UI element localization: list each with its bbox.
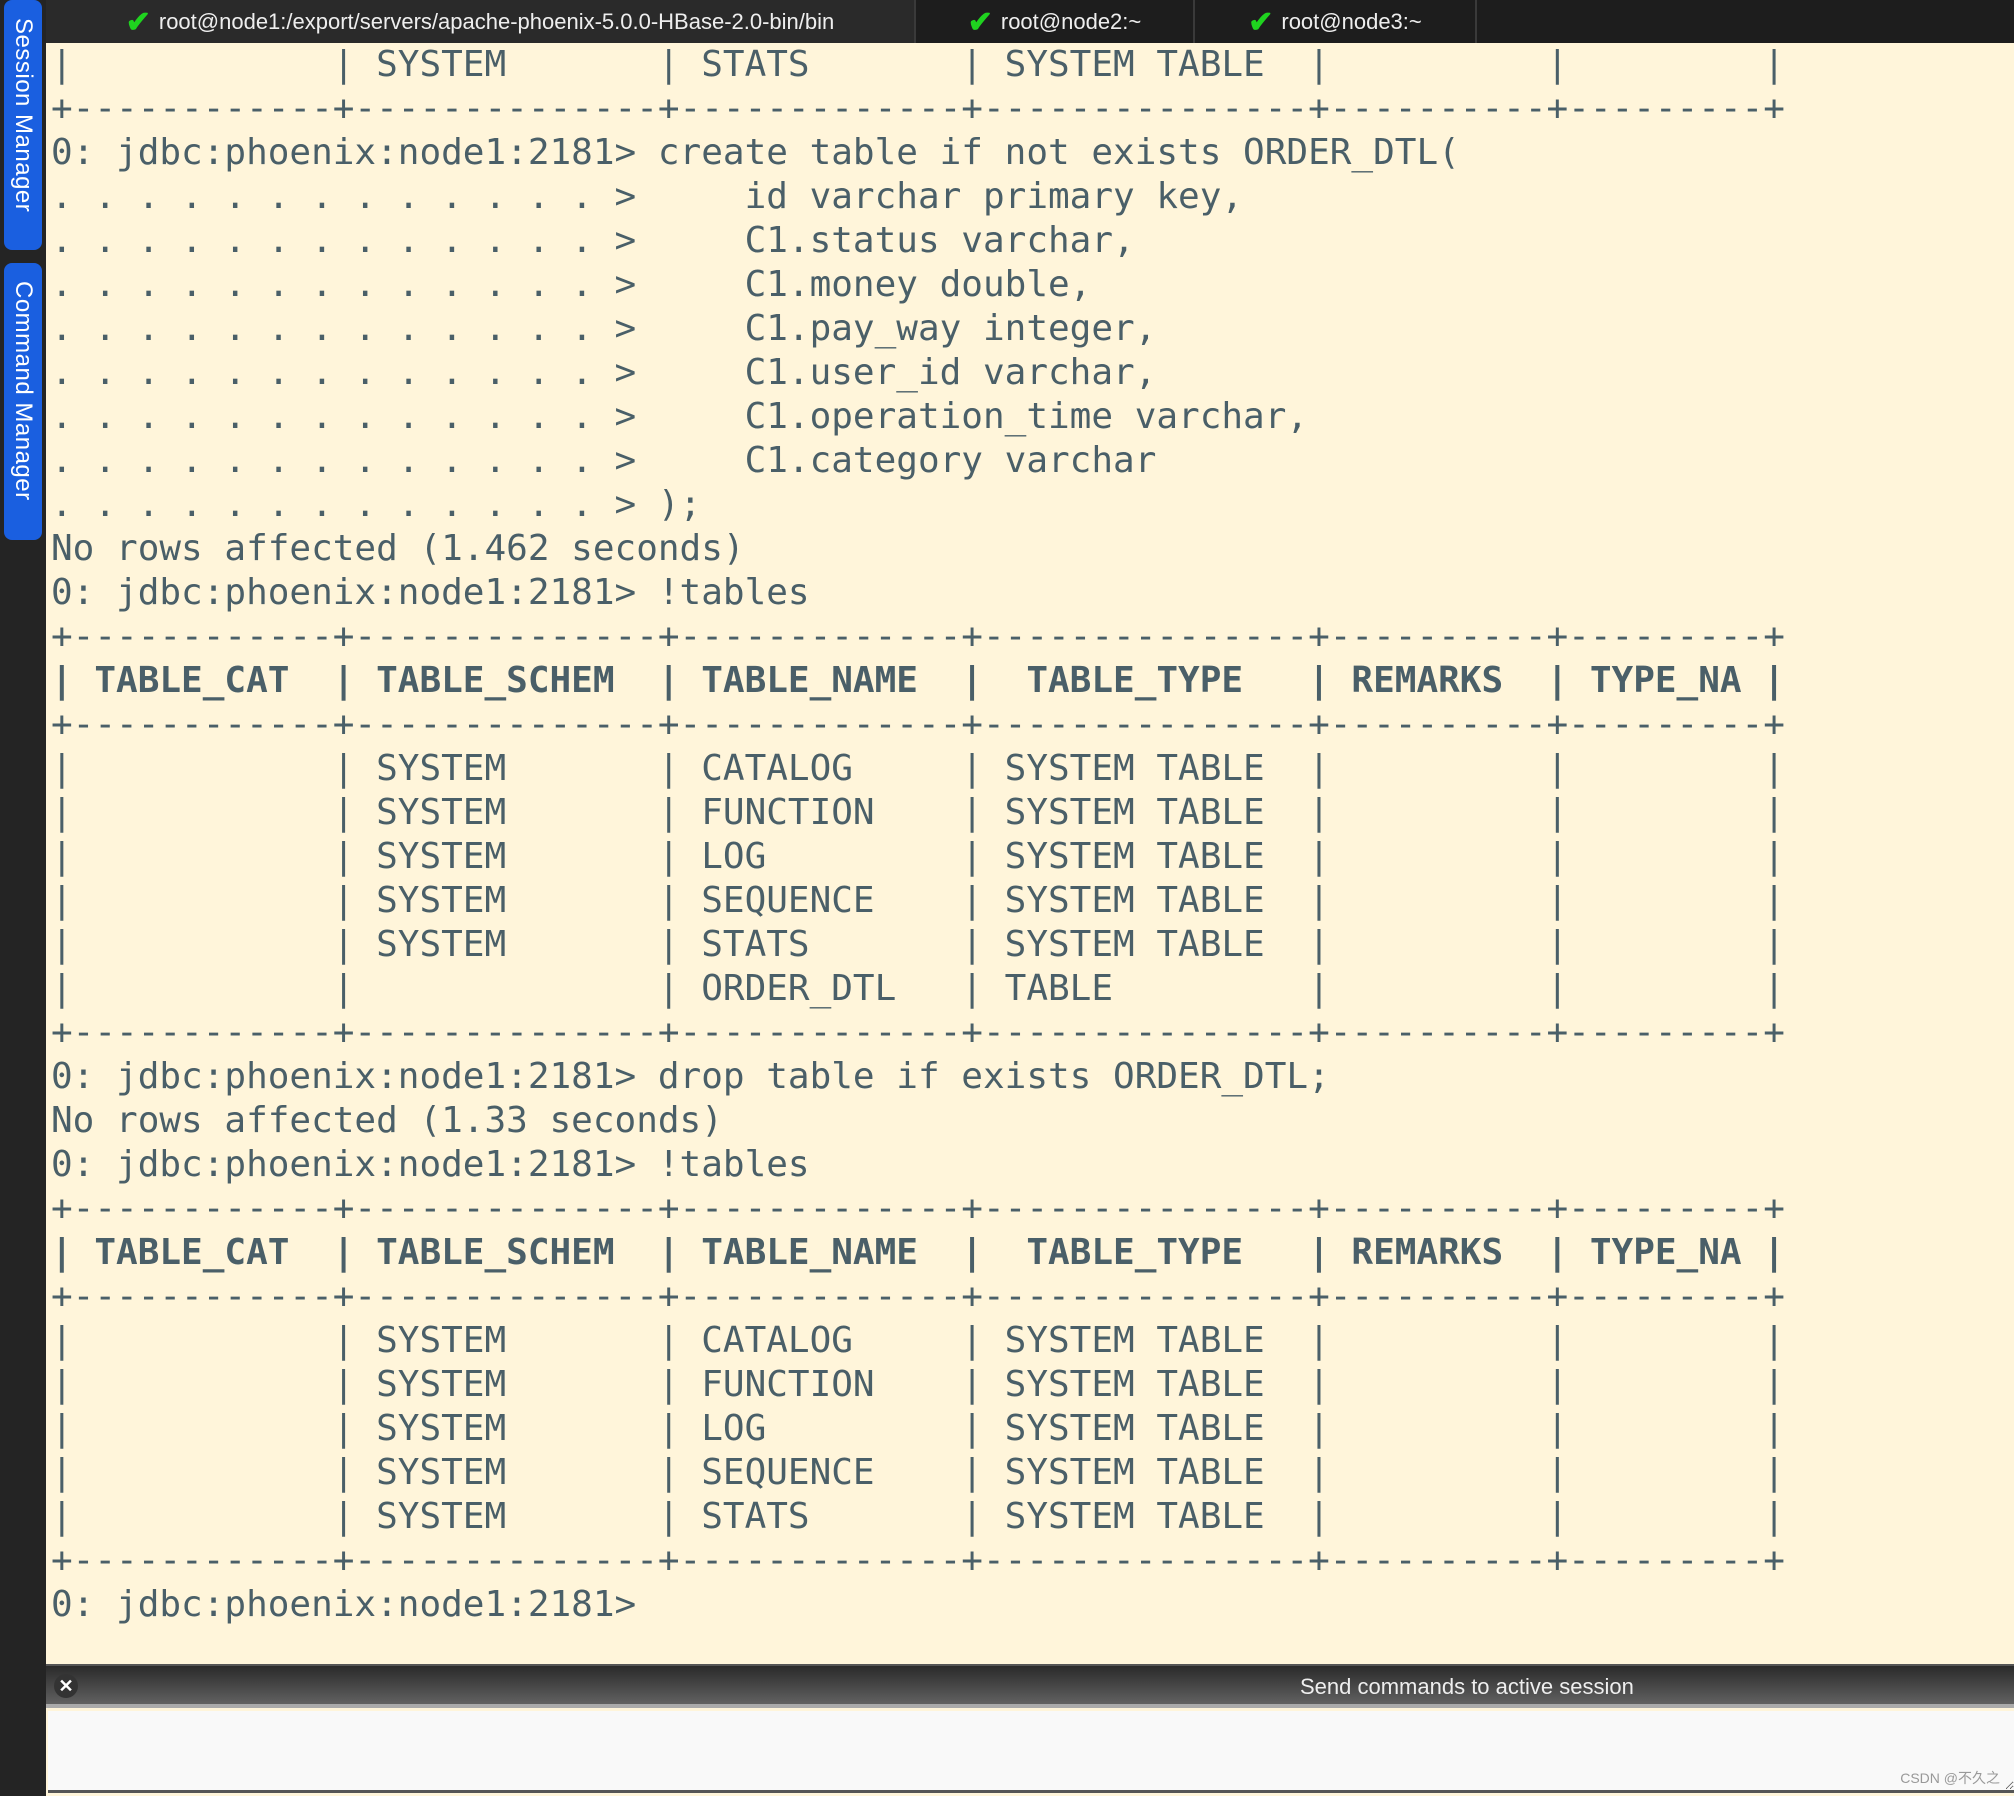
terminal-line: +------------+--------------+-----------… <box>51 1188 1785 1229</box>
command-bar: ✕ Send commands to active session <box>46 1664 2014 1708</box>
terminal-line: | | SYSTEM | STATS | SYSTEM TABLE | | | <box>51 44 1785 85</box>
session-tab-bar: ✔ root@node1:/export/servers/apache-phoe… <box>46 0 2014 44</box>
terminal-line: | | SYSTEM | SEQUENCE | SYSTEM TABLE | |… <box>51 1452 1785 1493</box>
terminal-line: . . . . . . . . . . . . . > ); <box>51 484 702 525</box>
command-bar-label: Send commands to active session <box>1300 1674 1634 1699</box>
sidebar: Session Manager Command Manager <box>0 0 46 1796</box>
tab-label: root@node2:~ <box>1000 9 1142 34</box>
terminal-line: +------------+--------------+-----------… <box>51 88 1785 129</box>
tab-node3[interactable]: ✔ root@node3:~ <box>1195 0 1477 44</box>
session-manager-tab[interactable]: Session Manager <box>4 0 42 250</box>
terminal-line: | | SYSTEM | CATALOG | SYSTEM TABLE | | … <box>51 748 1785 789</box>
terminal-line: +------------+--------------+-----------… <box>51 704 1785 745</box>
check-icon: ✔ <box>1248 5 1274 39</box>
terminal-line: +------------+--------------+-----------… <box>51 616 1785 657</box>
terminal-line: | | SYSTEM | LOG | SYSTEM TABLE | | | <box>51 836 1785 877</box>
terminal-output[interactable]: | | SYSTEM | STATS | SYSTEM TABLE | | | +… <box>46 43 2014 1663</box>
command-input[interactable] <box>48 1711 2014 1793</box>
tab-label: root@node1:/export/servers/apache-phoeni… <box>158 9 835 34</box>
terminal-line: 0: jdbc:phoenix:node1:2181> <box>51 1584 658 1625</box>
terminal-line: . . . . . . . . . . . . . > id varchar p… <box>51 176 1244 217</box>
tab-node2[interactable]: ✔ root@node2:~ <box>916 0 1195 44</box>
close-icon[interactable]: ✕ <box>54 1674 78 1698</box>
terminal-line: No rows affected (1.33 seconds) <box>51 1100 723 1141</box>
check-icon: ✔ <box>967 5 993 39</box>
terminal-line: | | SYSTEM | SEQUENCE | SYSTEM TABLE | |… <box>51 880 1785 921</box>
terminal-line: | | SYSTEM | LOG | SYSTEM TABLE | | | <box>51 1408 1785 1449</box>
terminal-line: . . . . . . . . . . . . . > C1.pay_way i… <box>51 308 1157 349</box>
terminal-line: . . . . . . . . . . . . . > C1.status va… <box>51 220 1135 261</box>
terminal-line: . . . . . . . . . . . . . > C1.operation… <box>51 396 1309 437</box>
terminal-line: . . . . . . . . . . . . . > C1.user_id v… <box>51 352 1157 393</box>
terminal-line: | | | ORDER_DTL | TABLE | | | <box>51 968 1785 1009</box>
table-header-line: | TABLE_CAT | TABLE_SCHEM | TABLE_NAME |… <box>51 660 1785 701</box>
tab-label: root@node3:~ <box>1281 9 1422 34</box>
terminal-line: 0: jdbc:phoenix:node1:2181> !tables <box>51 572 810 613</box>
command-manager-tab[interactable]: Command Manager <box>4 263 42 540</box>
terminal-line: . . . . . . . . . . . . . > C1.money dou… <box>51 264 1092 305</box>
terminal-line: | | SYSTEM | STATS | SYSTEM TABLE | | | <box>51 1496 1785 1537</box>
terminal-line: | | SYSTEM | CATALOG | SYSTEM TABLE | | … <box>51 1320 1785 1361</box>
watermark: CSDN @不久之 <box>1900 1770 2000 1786</box>
tab-node1[interactable]: ✔ root@node1:/export/servers/apache-phoe… <box>46 0 916 44</box>
terminal-line: 0: jdbc:phoenix:node1:2181> create table… <box>51 132 1460 173</box>
terminal-line: 0: jdbc:phoenix:node1:2181> drop table i… <box>51 1056 1330 1097</box>
table-header-line: | TABLE_CAT | TABLE_SCHEM | TABLE_NAME |… <box>51 1232 1785 1273</box>
terminal-line: +------------+--------------+-----------… <box>51 1540 1785 1581</box>
terminal-line: No rows affected (1.462 seconds) <box>51 528 745 569</box>
terminal-line: +------------+--------------+-----------… <box>51 1012 1785 1053</box>
terminal-line: 0: jdbc:phoenix:node1:2181> !tables <box>51 1144 810 1185</box>
check-icon: ✔ <box>125 5 151 39</box>
terminal-line: | | SYSTEM | FUNCTION | SYSTEM TABLE | |… <box>51 792 1785 833</box>
terminal-line: +------------+--------------+-----------… <box>51 1276 1785 1317</box>
terminal-line: | | SYSTEM | STATS | SYSTEM TABLE | | | <box>51 924 1785 965</box>
terminal-line: | | SYSTEM | FUNCTION | SYSTEM TABLE | |… <box>51 1364 1785 1405</box>
terminal-line: . . . . . . . . . . . . . > C1.category … <box>51 440 1157 481</box>
